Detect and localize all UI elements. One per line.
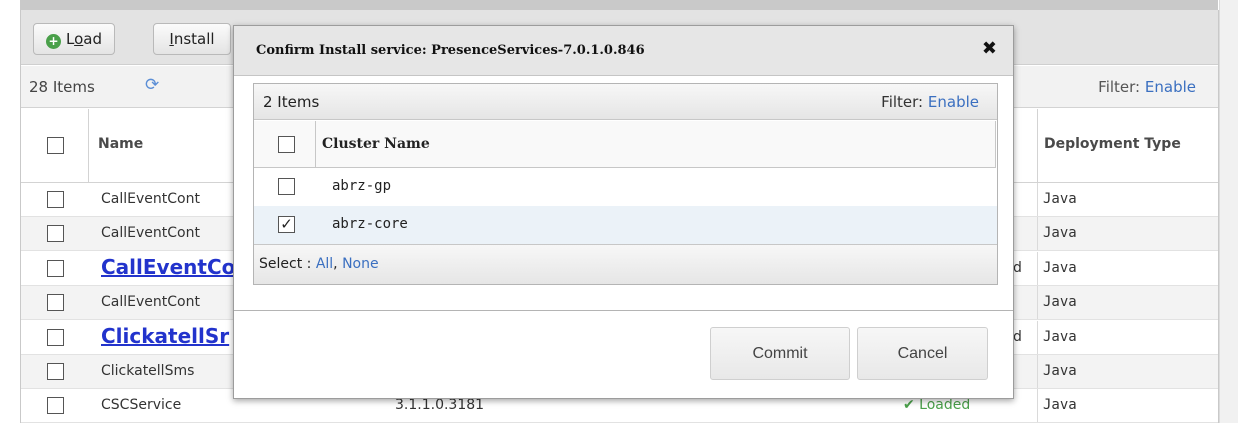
select-all-link[interactable]: All	[316, 256, 333, 272]
cluster-filter-label: Filter:	[881, 93, 924, 111]
add-circle-icon: +	[46, 34, 61, 49]
cluster-name: abrz-core	[332, 216, 408, 232]
cluster-select-all-checkbox[interactable]	[278, 136, 295, 153]
service-name: CallEventCont	[101, 294, 200, 311]
deployment-type: Java	[1043, 191, 1077, 207]
item-count: 28 Items	[29, 78, 95, 96]
select-links: Select : All, None	[259, 256, 379, 272]
deployment-type: Java	[1043, 363, 1077, 379]
grid-filter-label: Filter:	[1098, 78, 1141, 96]
deployment-type: Java	[1043, 294, 1077, 311]
cluster-name-column-header[interactable]: Cluster Name	[322, 136, 430, 152]
row-checkbox[interactable]	[47, 328, 64, 346]
cluster-row[interactable]: ✓ abrz-core	[254, 206, 997, 244]
cluster-filter-enable-link[interactable]: Enable	[928, 93, 979, 111]
install-label: Install	[169, 30, 215, 48]
select-none-link[interactable]: None	[342, 256, 379, 272]
column-separator	[1037, 389, 1038, 423]
confirm-install-dialog: Confirm Install service: PresenceService…	[233, 25, 1014, 399]
load-label: Load	[66, 30, 102, 48]
refresh-icon[interactable]: ⟳	[145, 75, 159, 95]
column-separator	[1037, 217, 1038, 251]
column-separator	[1037, 251, 1038, 285]
service-name: CallEventCont	[101, 191, 200, 207]
select-footer: Select : All, None	[254, 244, 997, 284]
service-name-link[interactable]: CallEventCo	[101, 255, 251, 279]
grid-filter-enable-link[interactable]: Enable	[1145, 78, 1196, 96]
service-name: CallEventCont	[101, 225, 200, 242]
cluster-row[interactable]: abrz-gp	[254, 168, 997, 206]
grid-filter: Filter: Enable	[1098, 78, 1196, 96]
row-checkbox[interactable]	[47, 225, 64, 243]
commit-button[interactable]: Commit	[710, 327, 850, 380]
deployment-type: Java	[1043, 397, 1077, 414]
cluster-list-header: 2 Items Filter: Enable	[254, 84, 997, 120]
row-checkbox[interactable]	[47, 191, 64, 208]
name-column-header: Name	[98, 136, 144, 152]
cluster-checkbox[interactable]	[278, 178, 295, 195]
cluster-checkbox-checked[interactable]: ✓	[278, 216, 295, 233]
service-status: d	[1013, 259, 1022, 276]
install-button[interactable]: Install	[153, 23, 231, 55]
select-label: Select :	[259, 256, 312, 272]
column-separator	[1037, 286, 1038, 320]
cluster-list-panel: 2 Items Filter: Enable Cluster Name abrz…	[253, 83, 998, 285]
screen: + Load Install 28 Items ⟳ Filter: Enable …	[0, 0, 1238, 423]
dialog-divider	[234, 310, 1013, 311]
service-status: d	[1013, 328, 1022, 345]
row-checkbox[interactable]	[47, 397, 64, 415]
row-checkbox[interactable]	[47, 259, 64, 277]
column-separator	[1037, 183, 1038, 216]
service-name-link[interactable]: ClickatellSr	[101, 324, 251, 348]
vertical-scrollbar[interactable]	[1219, 0, 1238, 423]
select-all-checkbox[interactable]	[47, 137, 64, 154]
cluster-filter: Filter: Enable	[881, 93, 979, 111]
service-version: 3.1.1.0.3181	[395, 397, 485, 414]
service-name: ClickatellSms	[101, 363, 195, 379]
column-separator	[1037, 320, 1038, 354]
cluster-column-header: Cluster Name	[254, 121, 996, 168]
deployment-type: Java	[1043, 328, 1077, 345]
dialog-titlebar: Confirm Install service: PresenceService…	[234, 26, 1013, 76]
header-deployment-cell[interactable]: Deployment Type	[1037, 109, 1219, 183]
cluster-count: 2 Items	[263, 93, 320, 111]
row-checkbox[interactable]	[47, 363, 64, 380]
service-status: ✔ Loaded	[903, 397, 971, 414]
cancel-button[interactable]: Cancel	[857, 327, 988, 380]
deployment-type: Java	[1043, 225, 1077, 242]
load-button[interactable]: + Load	[33, 23, 115, 55]
row-checkbox[interactable]	[47, 294, 64, 312]
cluster-name: abrz-gp	[332, 178, 392, 194]
deployment-type-column-header: Deployment Type	[1044, 136, 1181, 152]
dialog-title: Confirm Install service: PresenceService…	[256, 43, 645, 58]
service-name: CSCService	[101, 397, 182, 414]
column-separator	[1037, 355, 1038, 388]
top-strip	[20, 0, 1218, 10]
header-select-cell	[21, 109, 89, 183]
column-separator	[315, 121, 316, 168]
checkmark-icon: ✓	[280, 215, 293, 233]
close-icon[interactable]: ✖	[982, 38, 997, 59]
deployment-type: Java	[1043, 259, 1077, 276]
